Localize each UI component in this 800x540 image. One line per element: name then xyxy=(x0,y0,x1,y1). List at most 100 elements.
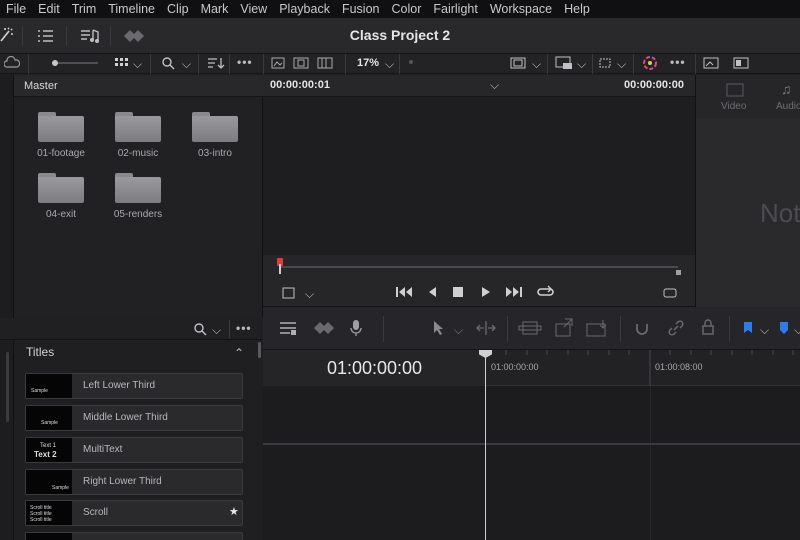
sort-icon[interactable] xyxy=(207,56,225,70)
folder-item[interactable]: 02-music xyxy=(108,112,168,159)
thumbnail-size-slider[interactable] xyxy=(58,62,98,64)
audio-tab-icon[interactable]: ♫ xyxy=(781,81,792,97)
tab-video[interactable]: Video xyxy=(721,101,746,112)
chevron-down-icon[interactable]: ⌵ xyxy=(454,323,463,338)
title-item[interactable]: Scroll title Scroll title Scroll title S… xyxy=(25,500,243,526)
more-options-icon[interactable]: ••• xyxy=(670,55,686,69)
menu-fairlight[interactable]: Fairlight xyxy=(427,0,483,18)
effects-scrollbar[interactable] xyxy=(258,342,261,358)
title-name: MultiText xyxy=(83,444,123,455)
chevron-down-icon[interactable]: ⌵ xyxy=(794,323,800,338)
chevron-down-icon[interactable]: ⌵ xyxy=(212,323,221,338)
chevron-down-icon[interactable]: ⌵ xyxy=(532,57,541,72)
menu-playback[interactable]: Playback xyxy=(273,0,336,18)
grid-view-icon[interactable] xyxy=(114,57,130,69)
timeline-timecode: 01:00:00:00 xyxy=(326,358,423,378)
chevron-down-icon[interactable]: ⌵ xyxy=(577,57,586,72)
lock-icon[interactable] xyxy=(701,319,715,335)
search-icon[interactable] xyxy=(193,322,207,336)
chevron-down-icon[interactable]: ⌵ xyxy=(490,78,499,93)
snapping-icon[interactable] xyxy=(634,320,650,336)
effects-category-scrollbar[interactable] xyxy=(6,352,9,422)
viewer-canvas[interactable] xyxy=(263,97,695,255)
chevron-down-icon[interactable]: ⌵ xyxy=(760,323,769,338)
menu-clip[interactable]: Clip xyxy=(161,0,195,18)
chevron-down-icon[interactable]: ⌵ xyxy=(305,287,314,302)
flag-icon[interactable] xyxy=(742,321,754,335)
title-thumbnail: Sample xyxy=(26,374,72,398)
more-options-icon[interactable]: ••• xyxy=(237,55,253,69)
bin-title: Master xyxy=(24,80,58,92)
video-audio-divider[interactable] xyxy=(263,443,800,445)
loop-icon[interactable] xyxy=(537,284,555,300)
timeline-playhead[interactable] xyxy=(485,350,486,540)
insert-clip-icon[interactable] xyxy=(518,318,542,338)
image-view-icon[interactable] xyxy=(271,57,285,69)
folder-item[interactable]: 05-renders xyxy=(108,173,168,220)
favorite-star-icon[interactable]: ★ xyxy=(229,505,239,518)
source-timecode: 00:00:00:01 xyxy=(270,79,330,91)
folder-item[interactable]: 01-footage xyxy=(31,112,91,159)
play-reverse-icon[interactable] xyxy=(426,285,438,299)
inspector-image-icon[interactable] xyxy=(703,57,719,69)
search-icon[interactable] xyxy=(161,56,175,70)
menu-workspace[interactable]: Workspace xyxy=(484,0,558,18)
chevron-down-icon[interactable]: ⌵ xyxy=(617,57,626,72)
fullscreen-icon[interactable] xyxy=(662,286,678,300)
menu-edit[interactable]: Edit xyxy=(32,0,66,18)
skip-to-end-icon[interactable] xyxy=(505,285,523,299)
viewer-size-icon[interactable] xyxy=(510,56,526,70)
title-item[interactable]: Sample Left Lower Third xyxy=(25,373,243,399)
title-item[interactable]: Sample Middle Lower Third xyxy=(25,405,243,431)
clip-view-icon[interactable] xyxy=(317,57,333,69)
tab-audio[interactable]: Audio xyxy=(776,101,800,112)
toolbar-separator xyxy=(198,54,199,74)
menu-view[interactable]: View xyxy=(234,0,273,18)
trim-tool-icon[interactable] xyxy=(475,320,497,336)
chevron-down-icon[interactable]: ⌵ xyxy=(385,57,394,72)
viewer-crop-icon[interactable] xyxy=(281,286,297,300)
cloud-icon[interactable] xyxy=(4,56,20,70)
title-thumbnail: Scroll title Scroll title Scroll title xyxy=(26,501,72,525)
linked-selection-icon[interactable] xyxy=(667,320,685,336)
more-options-icon[interactable]: ••• xyxy=(236,321,252,335)
timeline-tracks[interactable] xyxy=(263,386,800,540)
stop-icon[interactable] xyxy=(453,287,463,297)
replace-clip-icon[interactable] xyxy=(585,318,611,338)
menu-color[interactable]: Color xyxy=(385,0,427,18)
hd-output-icon[interactable] xyxy=(555,56,573,70)
menu-fusion[interactable]: Fusion xyxy=(336,0,386,18)
menu-trim[interactable]: Trim xyxy=(66,0,103,18)
film-view-icon[interactable] xyxy=(293,57,309,69)
chevron-down-icon[interactable]: ⌵ xyxy=(182,57,191,72)
folder-item[interactable]: 03-intro xyxy=(185,112,245,159)
chevron-down-icon[interactable]: ⌵ xyxy=(133,57,142,72)
title-item[interactable]: Text 1 Text 2 MultiText xyxy=(25,437,243,463)
selection-tool-icon[interactable] xyxy=(432,320,444,336)
play-icon[interactable] xyxy=(480,285,492,299)
marker-icon[interactable] xyxy=(778,321,790,335)
menu-mark[interactable]: Mark xyxy=(195,0,235,18)
toolbar-separator xyxy=(592,54,593,74)
timeline-options-icon[interactable] xyxy=(278,320,298,336)
out-point-handle[interactable] xyxy=(676,270,681,275)
overwrite-clip-icon[interactable] xyxy=(552,318,576,338)
menu-file[interactable]: File xyxy=(0,0,32,18)
inspector-layout-icon[interactable] xyxy=(733,57,749,69)
zoom-level[interactable]: 17% xyxy=(357,57,379,69)
transition-diamond-icon[interactable] xyxy=(312,321,336,335)
menu-timeline[interactable]: Timeline xyxy=(102,0,161,18)
skip-to-start-icon[interactable] xyxy=(395,285,413,299)
video-tab-icon[interactable] xyxy=(725,82,745,98)
menu-help[interactable]: Help xyxy=(558,0,596,18)
transform-icon[interactable] xyxy=(597,56,613,70)
toolbar-separator xyxy=(229,320,230,338)
title-item[interactable] xyxy=(25,532,243,540)
folder-item[interactable]: 04-exit xyxy=(31,173,91,220)
title-item[interactable]: Sample Right Lower Third xyxy=(25,469,243,495)
chevron-up-icon[interactable]: ⌃ xyxy=(234,346,244,360)
scrubber-track[interactable] xyxy=(280,266,678,268)
microphone-icon[interactable] xyxy=(348,319,366,337)
color-wheel-icon[interactable] xyxy=(642,55,658,71)
in-point-handle[interactable] xyxy=(279,264,281,274)
